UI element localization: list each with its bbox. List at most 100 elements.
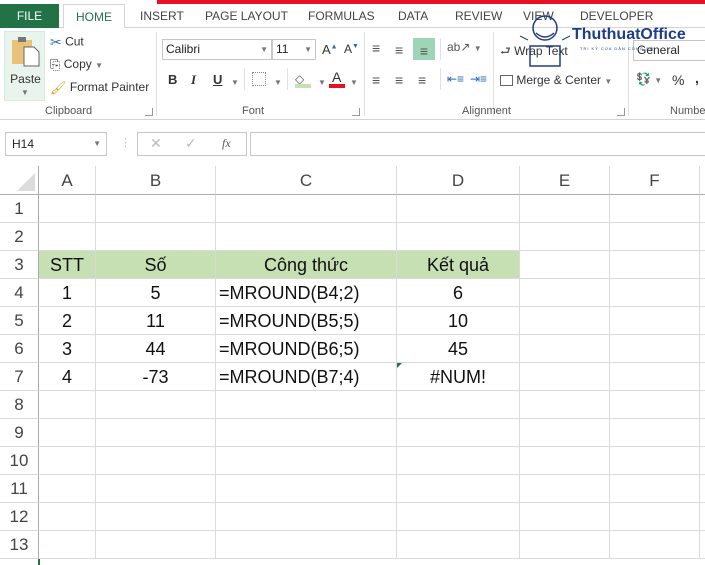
error-indicator-icon[interactable] [397,363,402,368]
row-header-12[interactable]: 12 [0,503,39,531]
cell-g8[interactable] [700,391,705,419]
row-header-1[interactable]: 1 [0,195,39,223]
cell-g4[interactable] [700,279,705,307]
increase-indent-icon[interactable]: ⇥≡ [470,72,487,86]
cell-b12[interactable] [96,503,216,531]
row-header-6[interactable]: 6 [0,335,39,363]
comma-style-button[interactable]: , [695,70,699,86]
tab-insert[interactable]: INSERT [140,4,184,28]
cell-d2[interactable] [397,223,520,251]
cell-g2[interactable] [700,223,705,251]
italic-button[interactable]: I [191,72,196,88]
cell-a13[interactable] [39,531,96,559]
cell-c6[interactable]: =MROUND(B6;5) [216,335,397,363]
underline-dropdown-icon[interactable]: ▼ [231,78,239,87]
cell-g11[interactable] [700,475,705,503]
tab-developer[interactable]: DEVELOPER [580,4,653,28]
cell-e1[interactable] [520,195,610,223]
cell-f6[interactable] [610,335,700,363]
cell-a4[interactable]: 1 [39,279,96,307]
underline-button[interactable]: U [213,72,222,87]
cell-e9[interactable] [520,419,610,447]
row-header-2[interactable]: 2 [0,223,39,251]
enter-icon[interactable]: ✓ [185,135,197,152]
cell-e11[interactable] [520,475,610,503]
tab-file[interactable]: FILE [0,4,59,28]
cell-c10[interactable] [216,447,397,475]
cell-b8[interactable] [96,391,216,419]
cell-f13[interactable] [610,531,700,559]
cell-a5[interactable]: 2 [39,307,96,335]
cell-e13[interactable] [520,531,610,559]
cell-d5[interactable]: 10 [397,307,520,335]
cell-b3[interactable]: Số [96,251,216,279]
clipboard-launcher-icon[interactable] [145,108,153,116]
formula-bar-grip-icon[interactable]: ⋮ [120,136,131,149]
cell-c5[interactable]: =MROUND(B5;5) [216,307,397,335]
cell-b7[interactable]: -73 [96,363,216,391]
cell-a11[interactable] [39,475,96,503]
font-size-select[interactable]: 11 ▼ [272,39,316,60]
cell-e6[interactable] [520,335,610,363]
cell-b1[interactable] [96,195,216,223]
cell-g1[interactable] [700,195,705,223]
cell-f2[interactable] [610,223,700,251]
row-header-13[interactable]: 13 [0,531,39,559]
chevron-down-icon[interactable]: ▼ [93,133,101,155]
cell-f10[interactable] [610,447,700,475]
cell-d8[interactable] [397,391,520,419]
cell-a7[interactable]: 4 [39,363,96,391]
cell-e12[interactable] [520,503,610,531]
row-header-4[interactable]: 4 [0,279,39,307]
cell-e3[interactable] [520,251,610,279]
decrease-font-size-icon[interactable]: A▼ [344,42,359,56]
middle-align-icon[interactable]: ≡ [395,42,403,58]
tab-data[interactable]: DATA [398,4,428,28]
cell-d1[interactable] [397,195,520,223]
row-header-8[interactable]: 8 [0,391,39,419]
cell-c8[interactable] [216,391,397,419]
cancel-icon[interactable]: ✕ [150,135,162,152]
cell-a3[interactable]: STT [39,251,96,279]
cell-e10[interactable] [520,447,610,475]
font-launcher-icon[interactable] [352,108,360,116]
cell-e7[interactable] [520,363,610,391]
column-header-d[interactable]: D [397,166,520,195]
align-center-icon[interactable]: ≡ [395,72,403,88]
cell-g13[interactable] [700,531,705,559]
cell-c1[interactable] [216,195,397,223]
cell-e5[interactable] [520,307,610,335]
cell-f1[interactable] [610,195,700,223]
cell-c9[interactable] [216,419,397,447]
cell-a1[interactable] [39,195,96,223]
cell-c3[interactable]: Công thức [216,251,397,279]
borders-dropdown-icon[interactable]: ▼ [274,78,282,87]
cell-f12[interactable] [610,503,700,531]
row-header-5[interactable]: 5 [0,307,39,335]
cell-a2[interactable] [39,223,96,251]
cell-e8[interactable] [520,391,610,419]
cell-d3[interactable]: Kết quả [397,251,520,279]
tab-review[interactable]: REVIEW [455,4,502,28]
fill-color-button[interactable]: ◇ [295,70,313,88]
top-align-icon[interactable]: ≡ [372,40,380,56]
cell-b9[interactable] [96,419,216,447]
cell-d12[interactable] [397,503,520,531]
cell-d13[interactable] [397,531,520,559]
tab-home[interactable]: HOME [63,4,125,29]
cell-d6[interactable]: 45 [397,335,520,363]
cell-b10[interactable] [96,447,216,475]
cell-e2[interactable] [520,223,610,251]
cell-b4[interactable]: 5 [96,279,216,307]
column-header-c[interactable]: C [216,166,397,195]
cell-b5[interactable]: 11 [96,307,216,335]
cell-a8[interactable] [39,391,96,419]
cell-c11[interactable] [216,475,397,503]
cell-g7[interactable] [700,363,705,391]
cell-a12[interactable] [39,503,96,531]
cell-f11[interactable] [610,475,700,503]
format-painter-button[interactable]: 🖌 Format Painter [50,80,149,96]
paste-dropdown-icon[interactable]: ▼ [21,88,29,97]
row-header-7[interactable]: 7 [0,363,39,391]
cell-f5[interactable] [610,307,700,335]
